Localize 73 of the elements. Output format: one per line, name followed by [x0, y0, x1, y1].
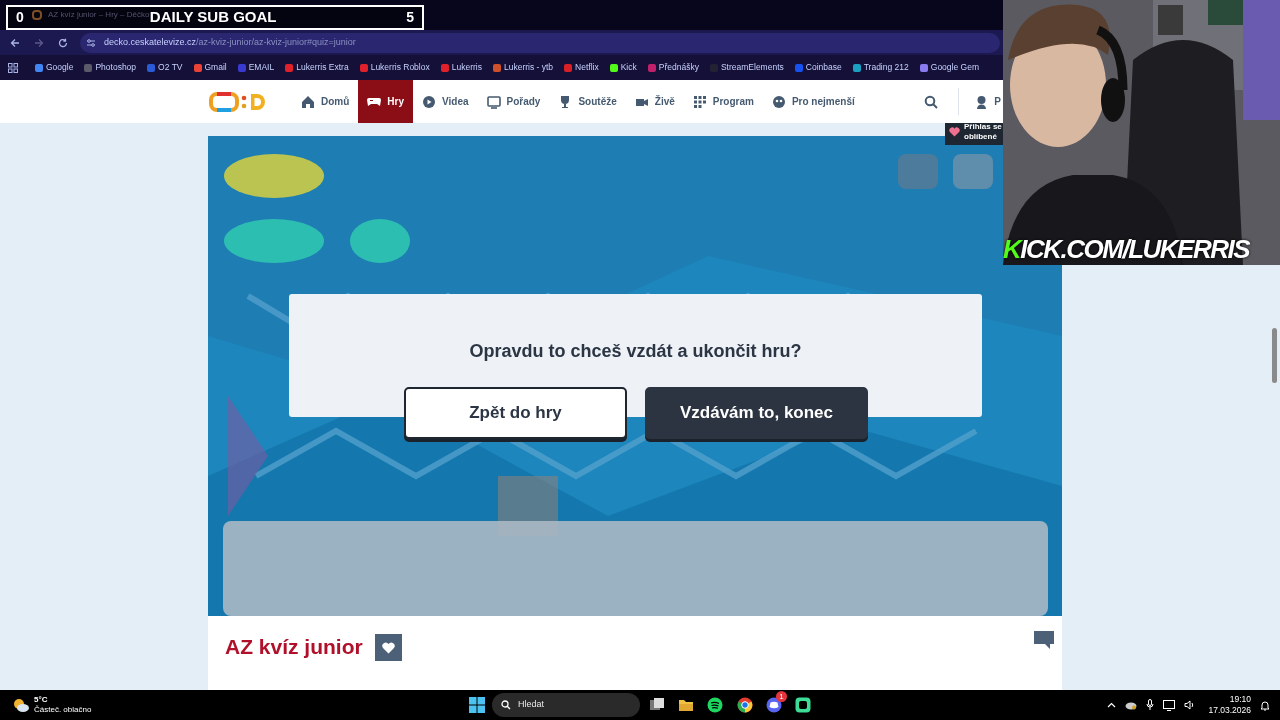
game-title: AZ kvíz junior: [225, 634, 363, 660]
nav-tab[interactable]: Živě: [625, 80, 684, 123]
dialog-button[interactable]: Vzdávám to, konec: [645, 387, 868, 439]
dialog-question: Opravdu to chceš vzdát a ukončit hru?: [469, 340, 802, 360]
comment-icon[interactable]: [1033, 630, 1055, 650]
bookmark[interactable]: O2 TV: [147, 61, 183, 74]
bookmark[interactable]: Lukerris Roblox: [359, 61, 430, 74]
search-icon: [501, 700, 511, 710]
spotify-icon[interactable]: [707, 697, 723, 713]
reload-icon[interactable]: [58, 37, 68, 48]
back-icon[interactable]: [10, 37, 20, 48]
temperature-text: 5°C: [34, 695, 49, 705]
login-link[interactable]: P: [994, 94, 1001, 109]
search-field[interactable]: Hledat: [492, 693, 640, 717]
apps-grid-icon[interactable]: [8, 62, 18, 73]
goal-title: DAILY SUB GOAL: [149, 7, 277, 28]
bookmark[interactable]: Gmail: [193, 61, 227, 74]
bookmark[interactable]: Lukerris Extra: [285, 61, 349, 74]
bookmark[interactable]: EMAIL: [237, 61, 275, 74]
grid-icon: [692, 94, 707, 109]
nav-tab[interactable]: Videa: [413, 80, 478, 123]
tooltip-text: Přihlas se oblíbené: [964, 123, 1002, 142]
clock-date: 17.03.2026: [1208, 705, 1251, 716]
bookmark[interactable]: Lukerris - ytb: [492, 61, 554, 74]
chevron-up-icon[interactable]: [1107, 702, 1117, 708]
url-text: decko.ceskatelevize.cz/az-kviz-junior/az-kviz-junior#quiz=junior: [104, 35, 356, 49]
home-icon: [301, 94, 315, 109]
nav-tab[interactable]: Pro nejmenší: [762, 80, 864, 123]
tab-favicon-icon: [32, 10, 42, 20]
nav-tab[interactable]: Domů: [292, 80, 359, 123]
nav-tab[interactable]: Pořady: [477, 80, 550, 123]
cloud-icon[interactable]: [1125, 700, 1138, 710]
heart-icon: [949, 126, 960, 137]
bookmark[interactable]: Přednášky: [647, 61, 699, 74]
goal-target: 5: [406, 8, 414, 27]
bookmark[interactable]: Lukerris: [440, 61, 482, 74]
heart-icon: [381, 641, 395, 654]
bookmark[interactable]: Netflix: [564, 61, 599, 74]
tv-icon: [486, 94, 501, 109]
search-icon[interactable]: [924, 94, 939, 109]
windows-start-icon[interactable]: [469, 697, 485, 713]
bookmark[interactable]: Coinbase: [794, 61, 842, 74]
bookmark[interactable]: Kick: [609, 61, 637, 74]
nav-tab[interactable]: Program: [683, 80, 763, 123]
bookmark[interactable]: Google: [35, 61, 74, 74]
weather-icon: [12, 697, 30, 713]
user-icon[interactable]: [975, 94, 989, 109]
bookmark[interactable]: Trading 212: [852, 61, 909, 74]
bell-icon[interactable]: [1260, 699, 1270, 711]
speaker-icon[interactable]: [1184, 700, 1196, 710]
task-view-icon[interactable]: [649, 697, 665, 713]
network-icon[interactable]: [1163, 699, 1176, 711]
goal-current: 0: [16, 8, 24, 27]
folder-icon[interactable]: [678, 697, 694, 713]
chrome-icon[interactable]: [737, 697, 753, 713]
ball-icon: [771, 94, 786, 109]
scrollbar-thumb-icon[interactable]: [1272, 328, 1277, 383]
bookmark[interactable]: Google Gem: [919, 61, 979, 74]
weather-text: Částeč. oblačno: [34, 705, 92, 715]
nav-tab[interactable]: Soutěže: [549, 80, 626, 123]
notification-badge: 1: [776, 691, 787, 702]
site-settings-icon[interactable]: [86, 37, 96, 48]
app-icon[interactable]: [795, 697, 811, 713]
bookmark[interactable]: Photoshop: [84, 61, 137, 74]
discord-icon[interactable]: [766, 697, 782, 713]
address-field[interactable]: decko.ceskatelevize.cz/az-kviz-junior/az-kviz-junior#quiz=junior: [80, 32, 1000, 53]
nav-tab[interactable]: Hry: [358, 80, 414, 123]
microphone-icon[interactable]: [1146, 699, 1155, 711]
bookmark[interactable]: StreamElements: [709, 61, 784, 74]
favorite-button[interactable]: [374, 634, 402, 661]
clock-time: 19:10: [1229, 694, 1251, 705]
play-icon: [422, 94, 437, 109]
dialog-button[interactable]: Zpět do hry: [404, 387, 627, 439]
